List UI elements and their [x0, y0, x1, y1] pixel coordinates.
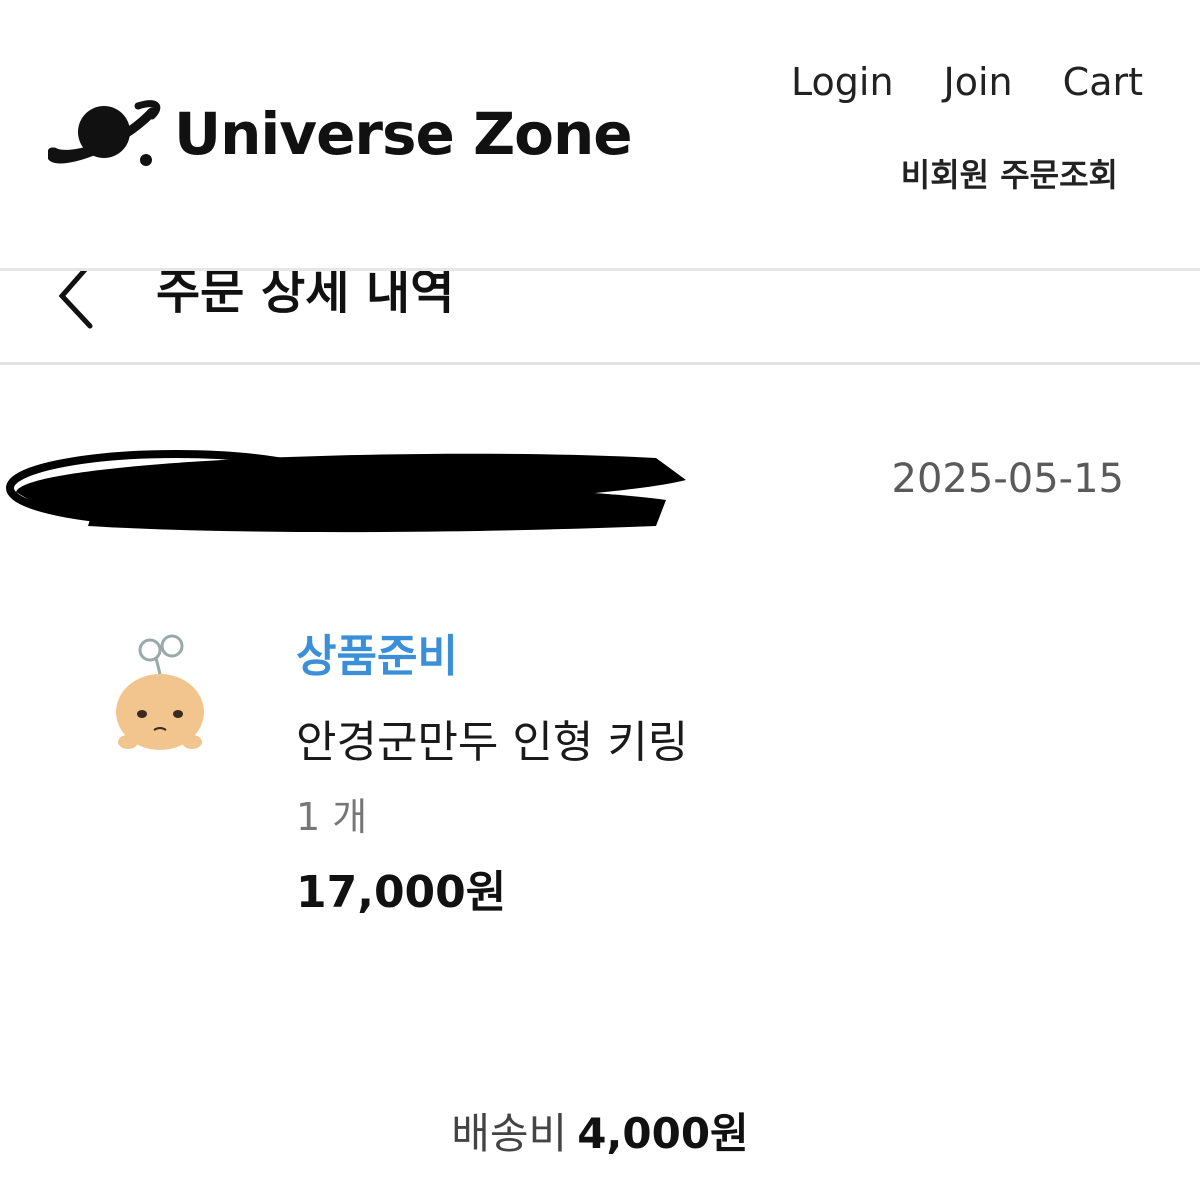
- product-quantity: 1 개: [296, 795, 368, 839]
- redacted-order-number: [6, 450, 686, 533]
- planet-icon: [48, 100, 161, 166]
- brand-logo[interactable]: Universe Zone: [48, 96, 633, 172]
- shipping-fee-value: 4,000원: [577, 1109, 749, 1158]
- brand-name: Universe Zone: [174, 100, 633, 168]
- product-name[interactable]: 안경군만두 인형 키링: [296, 706, 688, 770]
- product-status-badge: 상품준비: [296, 631, 458, 682]
- shipping-fee-label: 배송비: [451, 1109, 568, 1158]
- order-date: 2025-05-15: [891, 456, 1124, 502]
- site-header: Universe Zone Login Join Cart 비회원 주문조회: [0, 0, 1200, 268]
- product-thumbnail[interactable]: [108, 630, 212, 762]
- header-divider: [0, 268, 1200, 271]
- shipping-fee: 배송비 4,000원: [0, 1100, 1200, 1161]
- product-price: 17,000원: [296, 867, 507, 918]
- subheader-divider: [0, 362, 1200, 365]
- login-link[interactable]: Login: [791, 60, 894, 104]
- guest-order-lookup-link[interactable]: 비회원 주문조회: [901, 150, 1118, 196]
- join-link[interactable]: Join: [944, 60, 1013, 104]
- cart-link[interactable]: Cart: [1063, 60, 1143, 104]
- top-nav: Login Join Cart: [791, 60, 1143, 104]
